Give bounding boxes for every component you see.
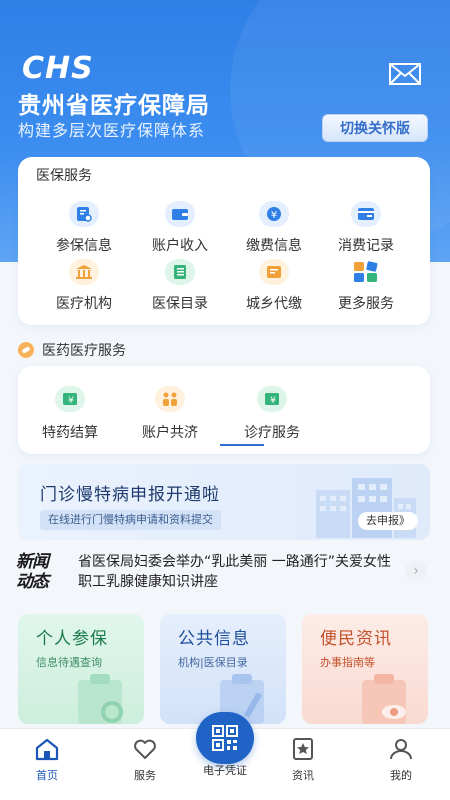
news-badge-line1: 新闻 xyxy=(16,552,49,572)
tab-label: 我的 xyxy=(390,769,412,782)
heart-icon xyxy=(134,739,156,759)
e-voucher-label: 电子凭证 xyxy=(203,764,247,777)
service-label: 医疗机构 xyxy=(56,296,112,312)
service-label: 缴费信息 xyxy=(246,238,302,254)
service-item-medical-institution[interactable]: 医疗机构 xyxy=(34,259,134,313)
tab-home[interactable]: 首页 xyxy=(12,737,82,783)
tile-public-info[interactable]: 公共信息 机构|医保目录 xyxy=(160,614,286,724)
service-label: 城乡代缴 xyxy=(246,296,302,312)
service-item-insurance-catalog[interactable]: 医保目录 xyxy=(130,259,230,313)
news-ticker[interactable]: 新闻 动态 省医保局妇委会举办“乳此美丽 一路通行”关爱女性职工乳腺健康知识讲座… xyxy=(0,548,450,596)
service-item-urban-rural-proxy[interactable]: 城乡代缴 xyxy=(224,259,324,313)
yuan-bill-icon: ¥ xyxy=(55,386,85,412)
pill-icon xyxy=(18,342,34,358)
tab-news[interactable]: 资讯 xyxy=(268,737,338,783)
medical-services-card: ¥ 特药结算 账户共济 ¥ 诊疗服务 xyxy=(18,366,430,454)
grid-apps-icon xyxy=(351,259,381,285)
svg-text:CHS: CHS xyxy=(22,51,94,84)
service-item-account-income[interactable]: 账户收入 xyxy=(130,201,230,255)
tab-label: 资讯 xyxy=(292,769,314,782)
yuan-bill-icon: ¥ xyxy=(257,386,287,412)
svg-text:¥: ¥ xyxy=(270,396,276,406)
service-label: 消费记录 xyxy=(338,238,394,254)
tab-label: 服务 xyxy=(134,769,156,782)
wallet-icon xyxy=(165,201,195,227)
list-doc-icon xyxy=(165,259,195,285)
chs-logo: CHS xyxy=(22,51,94,84)
news-badge-line2: 动态 xyxy=(16,572,49,592)
medical-label: 诊疗服务 xyxy=(244,425,300,441)
chevron-right-icon[interactable]: › xyxy=(405,560,427,582)
banner-subtitle: 在线进行门慢特病申请和资料提交 xyxy=(40,510,221,530)
star-doc-icon xyxy=(293,738,313,760)
org-name: 贵州省医疗保障局 xyxy=(18,93,210,119)
service-label: 参保信息 xyxy=(56,238,112,254)
pay-doc-icon xyxy=(259,259,289,285)
medical-services-title: 医药医疗服务 xyxy=(42,343,126,359)
family-share-icon xyxy=(155,386,185,412)
service-item-more-services[interactable]: 更多服务 xyxy=(316,259,416,313)
search-document-icon xyxy=(78,674,123,724)
svg-text:¥: ¥ xyxy=(68,396,74,406)
envelope-icon[interactable] xyxy=(389,63,421,85)
tile-title: 个人参保 xyxy=(36,629,108,649)
svg-text:¥: ¥ xyxy=(271,210,277,221)
news-headline[interactable]: 省医保局妇委会举办“乳此美丽 一路通行”关爱女性职工乳腺健康知识讲座 xyxy=(78,552,398,592)
news-badge: 新闻 动态 xyxy=(16,552,64,592)
home-icon xyxy=(35,738,59,761)
service-label: 账户收入 xyxy=(152,238,208,254)
tile-convenience-info[interactable]: 便民资讯 办事指南等 xyxy=(302,614,428,724)
yuan-coin-icon: ¥ xyxy=(259,201,289,227)
medical-item-account-sharing[interactable]: 账户共济 xyxy=(120,386,220,442)
insurance-doc-icon xyxy=(69,201,99,227)
qr-code-icon xyxy=(212,725,238,751)
view-document-icon xyxy=(362,674,406,724)
services-title: 医保服务 xyxy=(36,168,92,184)
service-item-insurance-info[interactable]: 参保信息 xyxy=(34,201,134,255)
medical-services-heading: 医药医疗服务 xyxy=(18,340,126,360)
active-tab-indicator xyxy=(220,444,264,446)
service-item-consumption-record[interactable]: 消费记录 xyxy=(316,201,416,255)
medical-label: 特药结算 xyxy=(42,425,98,441)
tile-title: 公共信息 xyxy=(178,629,250,649)
slogan: 构建多层次医疗保障体系 xyxy=(18,121,206,140)
building-icon xyxy=(69,259,99,285)
medical-item-treatment[interactable]: ¥ 诊疗服务 xyxy=(222,386,322,442)
care-mode-button[interactable]: 切换关怀版 xyxy=(322,114,428,142)
apply-button[interactable]: 去申报》 xyxy=(358,512,418,530)
medical-label: 账户共济 xyxy=(142,425,198,441)
service-item-payment-info[interactable]: ¥ 缴费信息 xyxy=(224,201,324,255)
chronic-disease-banner[interactable]: 门诊慢特病申报开通啦 在线进行门慢特病申请和资料提交 去申报》 xyxy=(18,464,430,540)
service-label: 医保目录 xyxy=(152,296,208,312)
medical-item-special-drug[interactable]: ¥ 特药结算 xyxy=(20,386,120,442)
insurance-services-card: 医保服务 参保信息 账户收入 ¥ 缴费信息 消费记录 医疗机构 医保目录 城乡代… xyxy=(18,157,430,325)
tab-mine[interactable]: 我的 xyxy=(366,737,436,783)
tile-personal-insurance[interactable]: 个人参保 信息待遇查询 xyxy=(18,614,144,724)
banner-title: 门诊慢特病申报开通啦 xyxy=(40,485,220,505)
tile-title: 便民资讯 xyxy=(320,629,392,649)
user-icon xyxy=(390,739,412,760)
tab-label: 首页 xyxy=(36,769,58,782)
e-voucher-button[interactable] xyxy=(196,712,254,764)
service-label: 更多服务 xyxy=(338,296,394,312)
card-record-icon xyxy=(351,201,381,227)
tab-services[interactable]: 服务 xyxy=(110,737,180,783)
